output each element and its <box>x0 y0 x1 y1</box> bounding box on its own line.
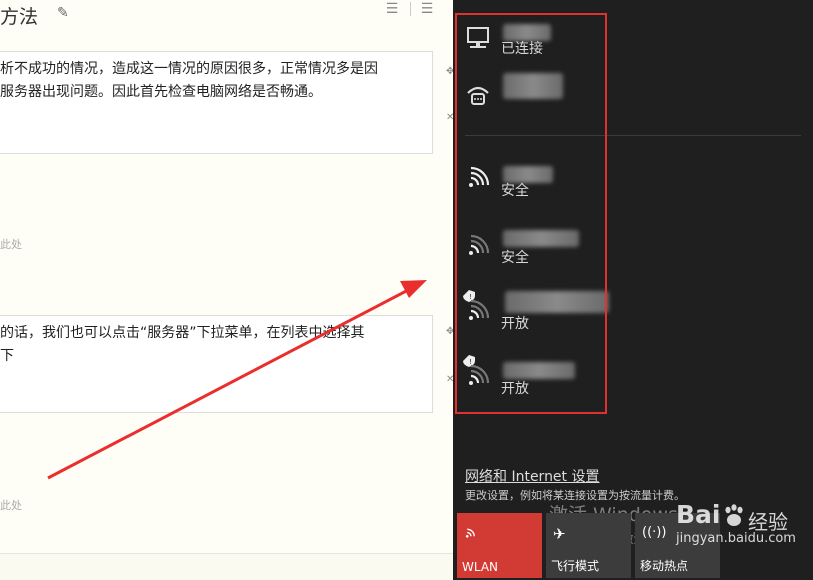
toolbar-divider <box>410 2 411 16</box>
step-text-box-1[interactable]: 析不成功的情况，造成这一情况的原因很多，正常情况多是因 服务器出现问题。因此首先… <box>0 51 433 154</box>
tile-label: WLAN <box>462 560 499 574</box>
hotspot-icon: ((·)) <box>642 525 667 540</box>
step2-line2: 下 <box>0 348 14 364</box>
numbered-list-icon[interactable]: ☰ <box>382 0 402 18</box>
drag-handle-icon[interactable]: ✥ <box>446 326 453 337</box>
highlight-frame <box>455 13 607 414</box>
edit-pencil-icon[interactable]: ✎ <box>57 5 69 21</box>
tile-airplane-mode[interactable]: ✈ 飞行模式 <box>546 513 631 578</box>
image-placeholder-2[interactable]: 此处 <box>0 497 22 513</box>
step-text-box-2[interactable]: 的话，我们也可以点击“服务器”下拉菜单，在列表中选择其 下 <box>0 315 433 413</box>
logo-brand: Bai <box>676 500 721 529</box>
wifi-icon <box>464 525 478 543</box>
airplane-icon: ✈ <box>553 525 566 543</box>
close-icon[interactable]: ✕ <box>446 112 453 123</box>
logo-url: jingyan.baidu.com <box>676 531 796 546</box>
image-placeholder-1[interactable]: 此处 <box>0 236 22 252</box>
tile-label: 飞行模式 <box>551 559 600 573</box>
step2-line1: 的话，我们也可以点击“服务器”下拉菜单，在列表中选择其 <box>0 325 365 341</box>
tile-wlan[interactable]: WLAN <box>457 513 542 578</box>
network-settings-link[interactable]: 网络和 Internet 设置 <box>465 466 600 486</box>
editor-bottom-bar <box>0 553 453 580</box>
close-icon[interactable]: ✕ <box>446 374 453 385</box>
baidu-jingyan-logo: Bai 经验 jingyan.baidu.com <box>676 500 813 560</box>
bullet-list-icon[interactable]: ☰ <box>417 0 437 18</box>
paw-icon <box>725 504 743 526</box>
page-title: 方法 <box>0 6 39 28</box>
step1-line1: 析不成功的情况，造成这一情况的原因很多，正常情况多是因 <box>0 61 378 77</box>
step1-line2: 服务器出现问题。因此首先检查电脑网络是否畅通。 <box>0 84 322 100</box>
network-flyout: 已连接 安全 安全 ! 开放 ! 开放 网络和 Internet 设置 更改设置… <box>453 0 813 580</box>
drag-handle-icon[interactable]: ✥ <box>446 66 453 77</box>
article-editor: 方法 ✎ ☰ ☰ 析不成功的情况，造成这一情况的原因很多，正常情况多是因 服务器… <box>0 0 453 580</box>
